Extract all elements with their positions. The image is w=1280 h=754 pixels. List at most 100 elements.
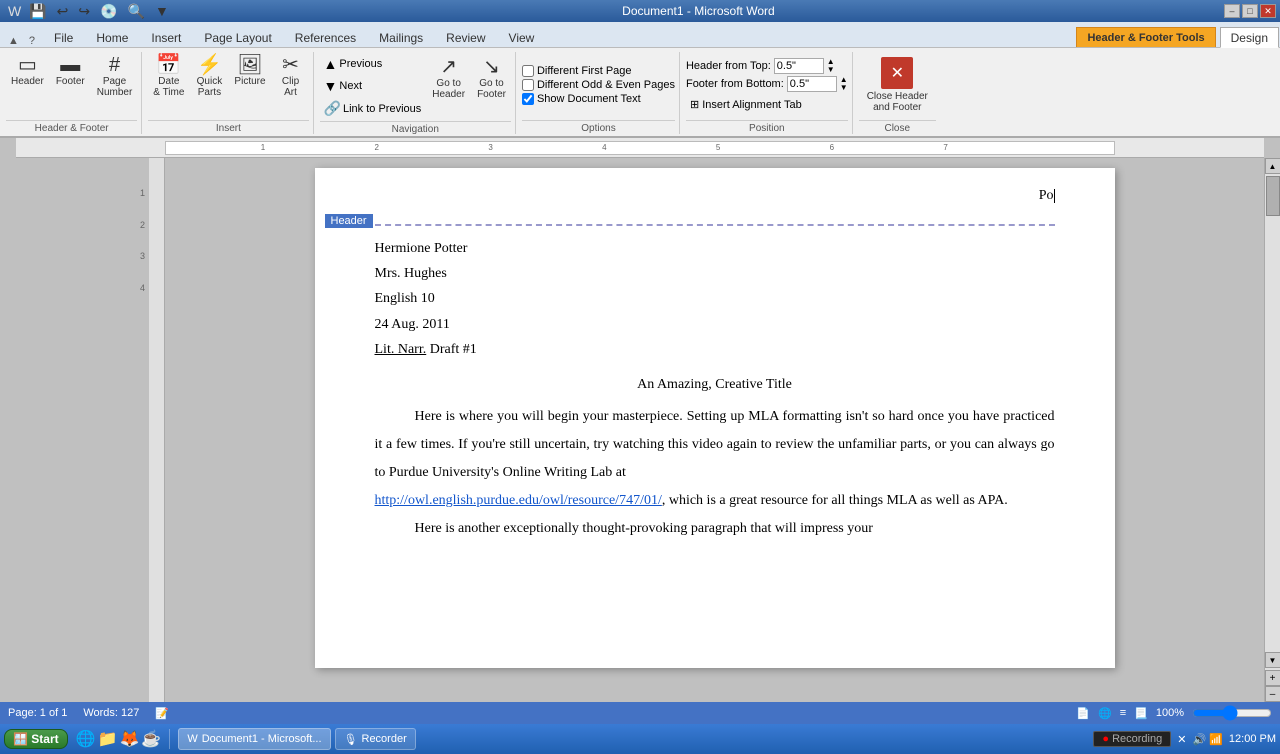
ribbon-group-close: ✕ Close Headerand Footer Close [855,52,940,134]
window-controls: – □ ✕ [1224,4,1276,18]
taskbar: 🪟 Start 🌐 📁 🦊 ☕ W Document1 - Microsoft.… [0,724,1280,754]
recording-badge[interactable]: ● Recording [1093,731,1171,747]
taskbar-recorder-item[interactable]: 🎙 Recorder [335,728,416,750]
ribbon-group-navigation: ▲ Previous ▼ Next 🔗 Link to Previous ↗ G… [316,52,516,134]
tab-mailings[interactable]: Mailings [368,27,434,47]
footer-from-bottom-row: Footer from Bottom: ▲ ▼ [686,76,848,92]
tab-insert[interactable]: Insert [140,27,192,47]
tab-design[interactable]: Design [1220,27,1279,48]
purdue-owl-link[interactable]: http://owl.english.purdue.edu/owl/resour… [375,493,662,508]
taskbar-close-icon[interactable]: ✕ [1177,733,1186,746]
start-button[interactable]: 🪟 Start [4,729,68,749]
tab-file[interactable]: File [43,27,84,47]
author-name-line: Hermione Potter [375,236,1055,261]
view-print-icon[interactable]: 📄 [1076,707,1090,720]
ribbon-tabs: File Home Insert Page Layout References … [39,27,1076,47]
status-right: 📄 🌐 ≡ 📃 100% [1076,705,1272,721]
quick-parts-button[interactable]: ⚡ QuickParts [191,52,227,101]
view-outline-icon[interactable]: ≡ [1120,707,1126,719]
search-qat-button[interactable]: 🔍 [124,1,149,22]
date-line: 24 Aug. 2011 [375,312,1055,337]
header-from-top-input[interactable] [774,58,824,74]
class-line: English 10 [375,286,1055,311]
ie-icon[interactable]: 🌐 [76,729,96,749]
scroll-up-arrow[interactable]: ▲ [1265,158,1280,174]
show-document-text-checkbox[interactable] [522,93,534,105]
minimize-button[interactable]: – [1224,4,1240,18]
close-button[interactable]: ✕ [1260,4,1276,18]
scroll-down-arrow[interactable]: ▼ [1265,652,1280,668]
ribbon-group-insert: 📅 Date& Time ⚡ QuickParts 🖼 Picture ✂ Cl… [144,52,313,134]
date-time-icon: 📅 [156,55,181,75]
title-line: An Amazing, Creative Title [375,372,1055,397]
taskbar-recorder-icon: 🎙 [344,733,358,746]
picture-button[interactable]: 🖼 Picture [229,52,270,90]
header-from-top-down[interactable]: ▼ [827,66,835,74]
dropdown-qat-button[interactable]: ▼ [151,1,173,21]
tab-home[interactable]: Home [85,27,139,47]
firefox-icon[interactable]: 🦊 [119,729,139,749]
body-paragraph-2-partial: Here is another exceptionally thought-pr… [375,515,1055,543]
view-draft-icon[interactable]: 📃 [1134,707,1148,720]
status-bar: Page: 1 of 1 Words: 127 📝 📄 🌐 ≡ 📃 100% [0,702,1280,724]
maximize-button[interactable]: □ [1242,4,1258,18]
different-first-page-option[interactable]: Different First Page [522,65,675,77]
next-icon: ▼ [324,78,338,94]
tab-page-layout[interactable]: Page Layout [193,27,282,47]
zoom-in-button[interactable]: + [1265,670,1280,686]
quick-access-toolbar: 💾 ↩ ↪ 💿 🔍 ▼ [25,1,173,22]
clock: 12:00 PM [1229,733,1276,745]
footer-button[interactable]: ▬ Footer [51,52,90,90]
link-to-previous-button[interactable]: 🔗 Link to Previous [320,98,426,119]
different-odd-even-checkbox[interactable] [522,79,534,91]
footer-from-bottom-input[interactable] [787,76,837,92]
different-odd-even-option[interactable]: Different Odd & Even Pages [522,79,675,91]
close-header-footer-button[interactable]: ✕ Close Headerand Footer [859,53,936,117]
footer-from-bottom-down[interactable]: ▼ [840,84,848,92]
right-scrollbar[interactable]: ▲ ▼ + – [1264,158,1280,702]
different-first-page-checkbox[interactable] [522,65,534,77]
document-body: Hermione Potter Mrs. Hughes English 10 2… [375,236,1055,543]
java-icon[interactable]: ☕ [141,729,161,749]
document[interactable]: Po Header Hermione Potter Mrs. Hughes En… [315,168,1115,668]
tab-references[interactable]: References [284,27,367,47]
scroll-thumb[interactable] [1266,176,1280,216]
undo-qat-button[interactable]: ↩ [53,1,73,22]
link-line[interactable]: http://owl.english.purdue.edu/owl/resour… [375,487,1055,515]
save-qat-button[interactable]: 💾 [25,1,50,22]
disk-qat-button[interactable]: 💿 [96,1,121,22]
spell-check-icon[interactable]: 📝 [155,707,169,720]
go-to-header-button[interactable]: ↗ Go toHeader [427,54,470,103]
page-number-icon: # [109,55,120,75]
header-area[interactable]: Header [375,214,1055,226]
next-button[interactable]: ▼ Next [320,76,426,96]
view-web-icon[interactable]: 🌐 [1098,707,1112,720]
go-to-footer-button[interactable]: ↘ Go toFooter [472,54,511,103]
clip-art-button[interactable]: ✂ ClipArt [273,52,309,101]
redo-qat-button[interactable]: ↪ [74,1,94,22]
taskbar-right: ● Recording ✕ 🔊 📶 12:00 PM [1093,731,1276,747]
left-margin: 1 2 3 4 [0,158,165,702]
folder-icon[interactable]: 📁 [98,729,118,749]
position-fields: Header from Top: ▲ ▼ Footer from Bottom:… [686,58,848,113]
zoom-out-button[interactable]: – [1265,686,1280,702]
taskbar-word-item[interactable]: W Document1 - Microsoft... [178,728,330,750]
taskbar-recorder-label: Recorder [362,733,407,745]
ribbon-group-header-footer: ▭ Header ▬ Footer # PageNumber Header & … [2,52,142,134]
assignment-line: Lit. Narr. Draft #1 [375,337,1055,362]
tab-review[interactable]: Review [435,27,496,47]
header-button[interactable]: ▭ Header [6,52,49,90]
previous-button[interactable]: ▲ Previous [320,54,426,74]
tab-view[interactable]: View [498,27,546,47]
options-group-label: Options [522,120,675,134]
zoom-slider[interactable] [1192,705,1272,721]
date-time-button[interactable]: 📅 Date& Time [148,52,189,101]
window-title: Document1 - Microsoft Word [173,4,1224,18]
page-number-button[interactable]: # PageNumber [92,52,138,101]
insert-alignment-tab-button[interactable]: ⊞ Insert Alignment Tab [686,96,848,113]
navigation-group-label: Navigation [320,121,511,135]
system-tray-icons: 🔊 📶 [1192,733,1222,746]
zoom-level: 100% [1156,707,1184,719]
hf-group-label: Header & Footer [6,120,137,134]
show-document-text-option[interactable]: Show Document Text [522,93,675,105]
